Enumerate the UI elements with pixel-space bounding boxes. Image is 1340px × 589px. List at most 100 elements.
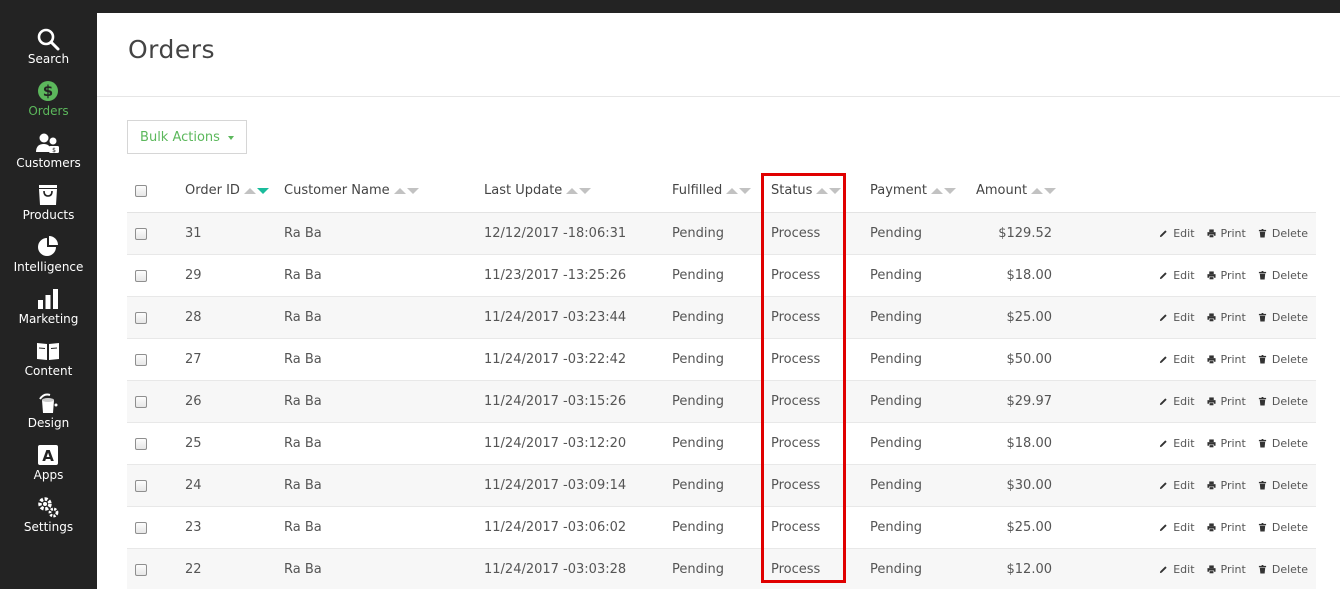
customer-name: Ra Ba [284, 352, 322, 367]
column-header-status[interactable]: Status [771, 169, 842, 212]
row-checkbox[interactable] [135, 395, 147, 408]
customer-name: Ra Ba [284, 562, 322, 577]
print-action[interactable]: Print [1206, 521, 1246, 534]
edit-action[interactable]: Edit [1159, 227, 1195, 240]
print-action[interactable]: Print [1206, 563, 1246, 576]
page-title: Orders [128, 35, 216, 64]
sidebar-item-orders[interactable]: $ Orders [0, 77, 97, 129]
sort-icon[interactable] [566, 187, 592, 194]
sidebar-item-design[interactable]: Design [0, 389, 97, 441]
row-checkbox[interactable] [135, 563, 147, 576]
order-status: Process [771, 394, 821, 409]
column-header-last-update[interactable]: Last Update [484, 169, 592, 212]
customer-name: Ra Ba [284, 226, 322, 241]
svg-text:A: A [42, 447, 54, 465]
order-status: Process [771, 436, 821, 451]
sort-icon[interactable] [726, 187, 752, 194]
edit-action[interactable]: Edit [1159, 521, 1195, 534]
sidebar-item-settings[interactable]: Settings [0, 493, 97, 545]
page-header: Orders [97, 13, 1340, 97]
sidebar-item-label: Marketing [18, 312, 79, 326]
last-update: 11/24/2017 -03:06:02 [484, 520, 627, 535]
table-row[interactable]: 25 Ra Ba 11/24/2017 -03:12:20 Pending Pr… [127, 423, 1316, 465]
table-row[interactable]: 26 Ra Ba 11/24/2017 -03:15:26 Pending Pr… [127, 381, 1316, 423]
table-row[interactable]: 27 Ra Ba 11/24/2017 -03:22:42 Pending Pr… [127, 339, 1316, 381]
row-checkbox[interactable] [135, 227, 147, 240]
order-id: 25 [185, 436, 202, 451]
edit-action[interactable]: Edit [1159, 353, 1195, 366]
print-action[interactable]: Print [1206, 269, 1246, 282]
sidebar-item-content[interactable]: Content [0, 337, 97, 389]
edit-action[interactable]: Edit [1159, 437, 1195, 450]
row-checkbox[interactable] [135, 311, 147, 324]
sort-icon[interactable] [393, 187, 419, 194]
print-action[interactable]: Print [1206, 437, 1246, 450]
dollar-icon: $ [34, 77, 62, 105]
row-checkbox[interactable] [135, 353, 147, 366]
fulfilled-status: Pending [672, 520, 724, 535]
delete-action[interactable]: Delete [1258, 269, 1308, 282]
edit-action[interactable]: Edit [1159, 269, 1195, 282]
payment-status: Pending [870, 436, 922, 451]
last-update: 12/12/2017 -18:06:31 [484, 226, 627, 241]
print-action[interactable]: Print [1206, 311, 1246, 324]
delete-action[interactable]: Delete [1258, 479, 1308, 492]
edit-action[interactable]: Edit [1159, 311, 1195, 324]
edit-action[interactable]: Edit [1159, 563, 1195, 576]
sort-icon[interactable] [930, 187, 956, 194]
payment-status: Pending [870, 226, 922, 241]
sidebar-item-intelligence[interactable]: Intelligence [0, 233, 97, 285]
sidebar-item-apps[interactable]: A Apps [0, 441, 97, 493]
table-row[interactable]: 24 Ra Ba 11/24/2017 -03:09:14 Pending Pr… [127, 465, 1316, 507]
print-action[interactable]: Print [1206, 227, 1246, 240]
delete-action[interactable]: Delete [1258, 521, 1308, 534]
table-row[interactable]: 22 Ra Ba 11/24/2017 -03:03:28 Pending Pr… [127, 549, 1316, 589]
edit-action[interactable]: Edit [1159, 395, 1195, 408]
row-checkbox[interactable] [135, 437, 147, 450]
main-content: Orders Bulk Actions Order ID Customer Na… [97, 13, 1340, 589]
action-label: Delete [1271, 395, 1308, 408]
table-row[interactable]: 29 Ra Ba 11/23/2017 -13:25:26 Pending Pr… [127, 255, 1316, 297]
column-header-order-id[interactable]: Order ID [185, 169, 269, 212]
sidebar-item-marketing[interactable]: Marketing [0, 285, 97, 337]
action-label: Print [1220, 521, 1246, 534]
action-label: Delete [1271, 269, 1308, 282]
edit-action[interactable]: Edit [1159, 479, 1195, 492]
delete-action[interactable]: Delete [1258, 227, 1308, 240]
sort-icon[interactable] [243, 187, 269, 194]
delete-action[interactable]: Delete [1258, 311, 1308, 324]
delete-action[interactable]: Delete [1258, 395, 1308, 408]
print-action[interactable]: Print [1206, 479, 1246, 492]
column-header-label: Status [771, 183, 813, 198]
pencil-icon [1160, 524, 1167, 532]
table-row[interactable]: 23 Ra Ba 11/24/2017 -03:06:02 Pending Pr… [127, 507, 1316, 549]
row-checkbox[interactable] [135, 479, 147, 492]
table-row[interactable]: 28 Ra Ba 11/24/2017 -03:23:44 Pending Pr… [127, 297, 1316, 339]
print-action[interactable]: Print [1206, 395, 1246, 408]
sort-icon[interactable] [816, 187, 842, 194]
column-header-customer-name[interactable]: Customer Name [284, 169, 419, 212]
print-action[interactable]: Print [1206, 353, 1246, 366]
table-row[interactable]: 31 Ra Ba 12/12/2017 -18:06:31 Pending Pr… [127, 213, 1316, 255]
delete-action[interactable]: Delete [1258, 353, 1308, 366]
row-actions: Edit Print Delete [1159, 297, 1308, 338]
sort-icon[interactable] [1031, 187, 1057, 194]
customers-icon: $ [34, 129, 62, 157]
table-body: 31 Ra Ba 12/12/2017 -18:06:31 Pending Pr… [127, 213, 1316, 589]
book-icon [34, 337, 62, 365]
select-all-checkbox[interactable] [135, 184, 147, 197]
column-header-fulfilled[interactable]: Fulfilled [672, 169, 752, 212]
row-checkbox[interactable] [135, 269, 147, 282]
column-header-payment[interactable]: Payment [870, 169, 956, 212]
sidebar-item-products[interactable]: Products [0, 181, 97, 233]
row-checkbox[interactable] [135, 521, 147, 534]
sidebar-item-customers[interactable]: $ Customers [0, 129, 97, 181]
bulk-actions-button[interactable]: Bulk Actions [127, 120, 247, 154]
sidebar-item-search[interactable]: Search [0, 25, 97, 77]
sidebar-item-label: Search [27, 52, 70, 66]
delete-action[interactable]: Delete [1258, 563, 1308, 576]
column-header-amount[interactable]: Amount [976, 169, 1057, 212]
delete-action[interactable]: Delete [1258, 437, 1308, 450]
bulk-actions-label: Bulk Actions [140, 129, 220, 145]
order-amount: $29.97 [1006, 394, 1053, 409]
